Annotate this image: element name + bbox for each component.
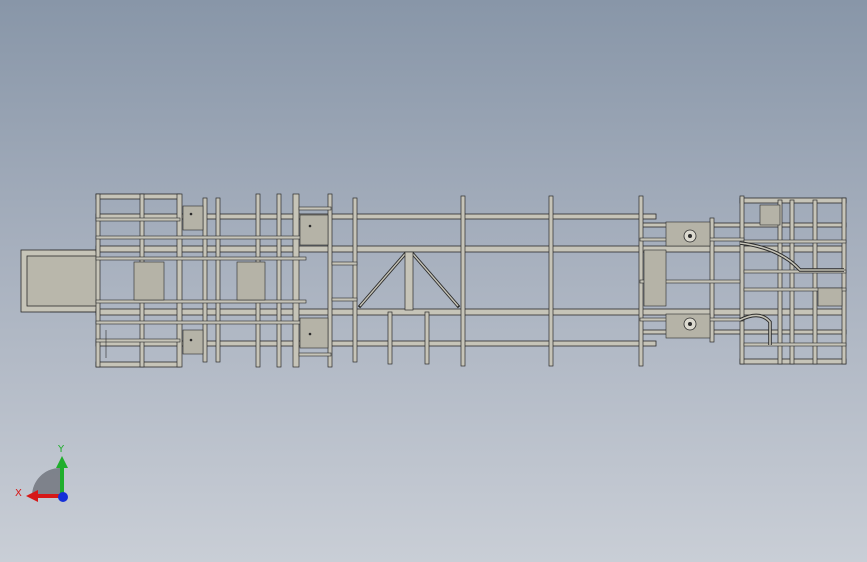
mount-plate <box>133 261 165 301</box>
cross-member <box>202 197 208 363</box>
mount-plate <box>299 214 329 246</box>
cross-member <box>739 195 745 365</box>
sub-member <box>743 239 847 244</box>
sub-member <box>95 299 307 304</box>
y-axis-label: Y <box>57 444 65 455</box>
x-axis-label: X <box>15 488 22 499</box>
sub-member <box>331 261 358 266</box>
coordinate-triad: X Y <box>15 444 68 502</box>
front-cage-top <box>95 193 181 200</box>
sub-member <box>95 235 307 240</box>
front-cage-bottom <box>95 361 181 368</box>
sub-member <box>298 206 332 211</box>
cross-member <box>292 193 300 368</box>
sub-member <box>95 256 307 261</box>
lower-rail <box>95 308 845 316</box>
cross-member <box>424 311 430 365</box>
upper-rail <box>95 245 845 253</box>
cross-member <box>276 193 282 368</box>
sub-member <box>331 297 358 302</box>
mount-plate <box>759 204 781 226</box>
cross-member <box>548 195 554 367</box>
chassis-frame-model[interactable] <box>0 0 867 562</box>
mount-plate <box>643 249 667 307</box>
mount-plate <box>299 317 329 349</box>
y-axis-arrow <box>56 456 68 468</box>
x-axis-arrow <box>26 490 38 502</box>
sub-member <box>95 338 181 343</box>
z-axis-dot <box>58 492 68 502</box>
mount-plate <box>817 287 843 307</box>
mount-plate <box>182 329 204 355</box>
sub-member <box>743 342 847 347</box>
sub-member <box>95 217 181 222</box>
cross-member <box>812 199 818 365</box>
graphics-viewport[interactable]: X Y <box>0 0 867 562</box>
front-extension-inner <box>26 255 98 307</box>
cross-member <box>841 197 847 365</box>
sub-member <box>95 320 307 325</box>
cross-member <box>215 197 221 363</box>
sub-member <box>298 352 332 357</box>
cross-member <box>387 311 393 365</box>
mount-plate <box>182 205 204 231</box>
cross-member <box>327 193 333 368</box>
brace-post <box>404 251 414 311</box>
mount-plate <box>236 261 266 301</box>
cross-member <box>352 197 358 363</box>
cross-member <box>460 195 466 367</box>
cross-member <box>789 199 795 365</box>
